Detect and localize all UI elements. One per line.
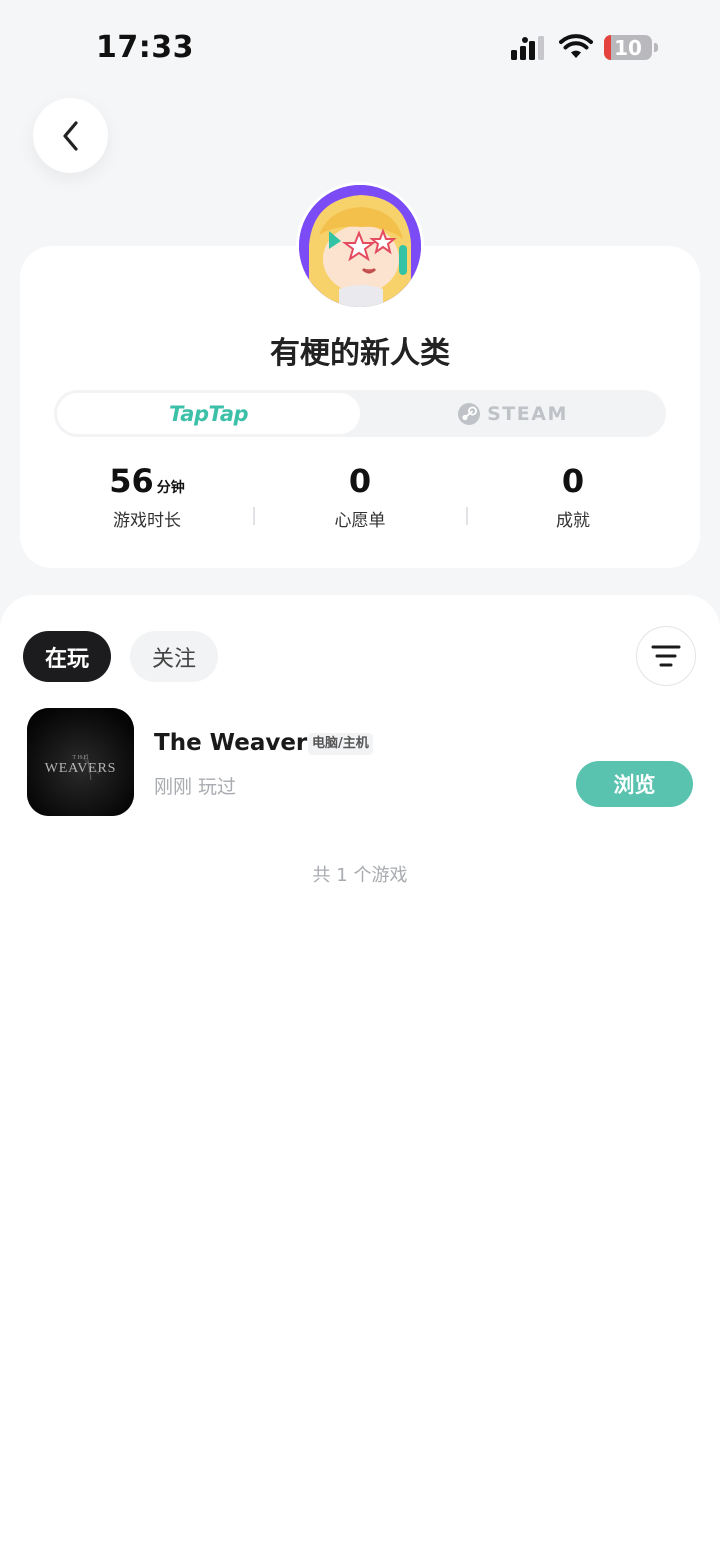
stat-divider (253, 507, 255, 525)
game-icon-art: THE WEAVERS (27, 708, 134, 816)
browse-button[interactable]: 浏览 (576, 761, 693, 807)
taptap-label: TapTap (168, 401, 249, 426)
stat-divider (466, 507, 468, 525)
avatar-image (299, 185, 421, 307)
tab-steam[interactable]: STEAM (362, 393, 663, 434)
stat-achievements-value: 0 (561, 462, 585, 500)
wifi-icon (559, 34, 593, 58)
screen: 17:33 10 有梗的新人类 TapTap STEAM 56 分钟 游戏时长 … (0, 0, 720, 1561)
stat-wishlist-value: 0 (348, 462, 372, 500)
tab-playing[interactable]: 在玩 (23, 631, 111, 682)
game-total-count: 共 1 个游戏 (312, 865, 408, 886)
signal-icon (511, 36, 544, 60)
steam-label: STEAM (487, 402, 568, 425)
battery-cap (654, 43, 658, 52)
game-title[interactable]: The Weavers (154, 730, 321, 756)
stat-playtime: 56 分钟 游戏时长 (47, 462, 247, 531)
tab-taptap[interactable]: TapTap (57, 393, 360, 434)
battery-percent: 10 (614, 35, 642, 60)
filter-button[interactable] (636, 626, 696, 686)
filter-icon (651, 645, 681, 667)
game-icon[interactable]: THE WEAVERS (27, 708, 134, 816)
status-time: 17:33 (96, 30, 194, 65)
stat-playtime-value: 56 (109, 462, 154, 500)
platform-tabs: TapTap STEAM (54, 390, 666, 437)
stat-playtime-label: 游戏时长 (113, 511, 181, 531)
stat-wishlist-label: 心愿单 (334, 511, 386, 531)
stat-achievements-label: 成就 (556, 511, 590, 531)
stat-wishlist[interactable]: 0 心愿单 (260, 462, 460, 531)
game-icon-text-large: WEAVERS (45, 761, 116, 776)
back-button[interactable] (33, 98, 108, 173)
avatar[interactable] (296, 182, 424, 310)
game-last-played: 刚刚 玩过 (154, 776, 237, 798)
back-arrow-icon (62, 120, 78, 151)
stat-playtime-unit: 分钟 (156, 480, 185, 496)
steam-icon (458, 402, 481, 425)
tab-follow[interactable]: 关注 (130, 631, 218, 682)
stat-achievements[interactable]: 0 成就 (473, 462, 673, 531)
battery-indicator: 10 (604, 35, 652, 60)
game-platform-tag: 电脑/主机 (308, 733, 373, 755)
username: 有梗的新人类 (270, 336, 450, 371)
